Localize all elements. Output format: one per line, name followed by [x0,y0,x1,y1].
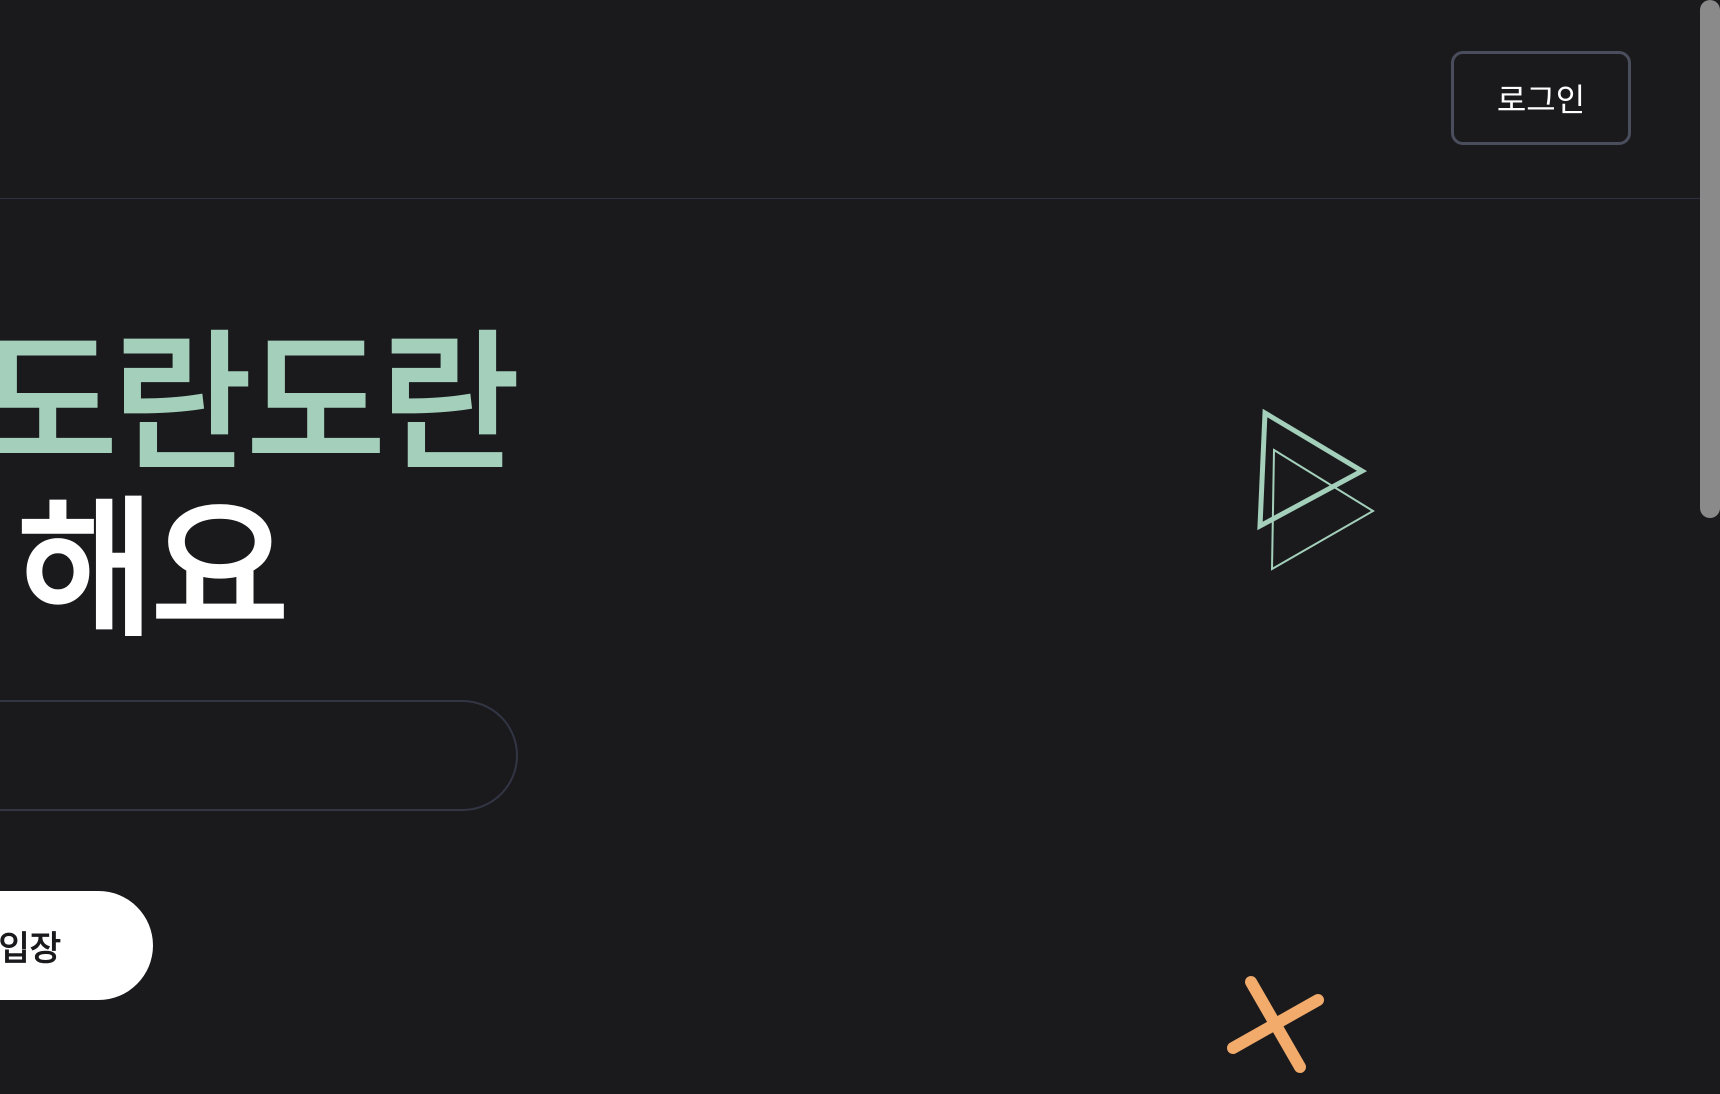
headline-line-1: 도란도란 [0,318,519,492]
landing-page: 로그인 도란도란 해요 입장 [0,0,1720,1094]
hero-input-container [0,700,518,811]
cross-stroke-2 [1227,994,1324,1054]
scrollbar-thumb[interactable] [1700,0,1720,518]
top-header: 로그인 [0,0,1700,198]
triangle-outline-large [1257,408,1368,531]
login-button[interactable]: 로그인 [1451,51,1631,145]
header-divider [0,198,1700,199]
headline-line-2: 해요 [16,484,289,658]
cross-icon [1227,976,1324,1073]
hero-input[interactable] [0,702,516,809]
play-triangles-icon [1257,408,1375,571]
enter-button[interactable]: 입장 [0,891,153,1000]
